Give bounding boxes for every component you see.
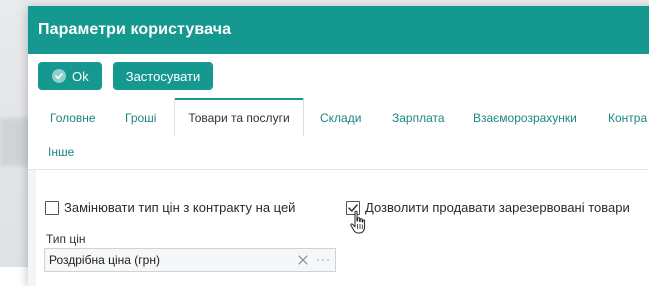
tab-other[interactable]: Інше: [48, 134, 74, 172]
replace-price-type-label: Замінювати тип цін з контракту на цей: [64, 200, 296, 215]
replace-price-type-checkbox-row[interactable]: Замінювати тип цін з контракту на цей: [45, 200, 295, 215]
dialog-titlebar: Параметри користувача: [28, 6, 649, 54]
tab-content: Замінювати тип цін з контракту на цей До…: [28, 170, 649, 286]
tab-money[interactable]: Гроші: [125, 100, 156, 138]
settings-tabs: Головне Гроші Товари та послуги Склади З…: [28, 98, 649, 170]
ok-button[interactable]: Ok: [38, 62, 102, 90]
replace-price-type-checkbox[interactable]: [45, 200, 59, 215]
tab-settlements[interactable]: Взаєморозрахунки: [473, 100, 577, 138]
tab-counterparty-cut[interactable]: Контра: [608, 100, 647, 138]
tab-content-panel: Замінювати тип цін з контракту на цей До…: [36, 170, 649, 286]
check-circle-icon: [52, 69, 66, 83]
ok-button-label: Ok: [72, 68, 89, 84]
tab-goods-services[interactable]: Товари та послуги: [174, 98, 304, 136]
ellipsis-icon[interactable]: ···: [316, 252, 331, 266]
background-window-fragment: [0, 118, 30, 166]
price-type-value: Роздрібна ціна (грн): [49, 253, 160, 267]
apply-button[interactable]: Застосувати: [113, 62, 213, 90]
tab-main[interactable]: Головне: [50, 100, 96, 138]
user-settings-dialog: Параметри користувача Ok Застосувати Гол…: [28, 6, 649, 286]
hand-pointer-icon: [350, 210, 366, 234]
dialog-toolbar: Ok Застосувати: [28, 54, 649, 98]
allow-reserved-sale-checkbox-row[interactable]: Дозволити продавати зарезервовані товари: [346, 200, 630, 215]
price-type-label: Тип цін: [46, 232, 86, 246]
tab-salary[interactable]: Зарплата: [392, 100, 445, 138]
tab-warehouses[interactable]: Склади: [320, 100, 361, 138]
apply-button-label: Застосувати: [125, 68, 201, 84]
close-icon[interactable]: [297, 254, 309, 266]
allow-reserved-sale-label: Дозволити продавати зарезервовані товари: [365, 200, 630, 215]
dialog-title: Параметри користувача: [38, 21, 232, 38]
price-type-field[interactable]: Роздрібна ціна (грн) ···: [44, 248, 336, 272]
